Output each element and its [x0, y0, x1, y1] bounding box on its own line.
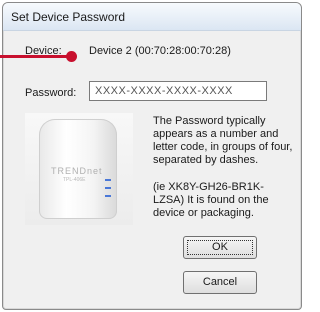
callout-line [0, 55, 74, 58]
password-help-text: The Password typically appears as a numb… [153, 115, 293, 166]
set-device-password-dialog: Set Device Password Device: Device 2 (00… [2, 2, 302, 310]
password-label: Password: [25, 87, 77, 99]
model-label: TPL-406E [63, 177, 86, 183]
cancel-button[interactable]: Cancel [183, 271, 257, 294]
title-bar[interactable]: Set Device Password [3, 3, 301, 31]
brand-logo: TRENDnet [51, 166, 103, 176]
device-value: Device 2 (00:70:28:00:70:28) [89, 45, 231, 57]
ok-button[interactable]: OK [183, 236, 257, 259]
cancel-button-label: Cancel [202, 276, 238, 288]
led-indicator [105, 187, 111, 189]
powerline-adapter-image: TRENDnet TPL-406E [25, 113, 133, 225]
led-indicator [105, 179, 111, 181]
callout-dot [66, 51, 77, 62]
led-indicator [105, 195, 111, 197]
adapter-body: TRENDnet TPL-406E [39, 119, 117, 219]
password-input[interactable] [89, 81, 267, 101]
ok-button-label: OK [212, 241, 228, 253]
dialog-body: Device: Device 2 (00:70:28:00:70:28) Pas… [9, 31, 297, 305]
password-example-text: (ie XK8Y-GH26-BR1K-LZSA) It is found on … [153, 181, 269, 219]
window-title: Set Device Password [11, 10, 126, 24]
